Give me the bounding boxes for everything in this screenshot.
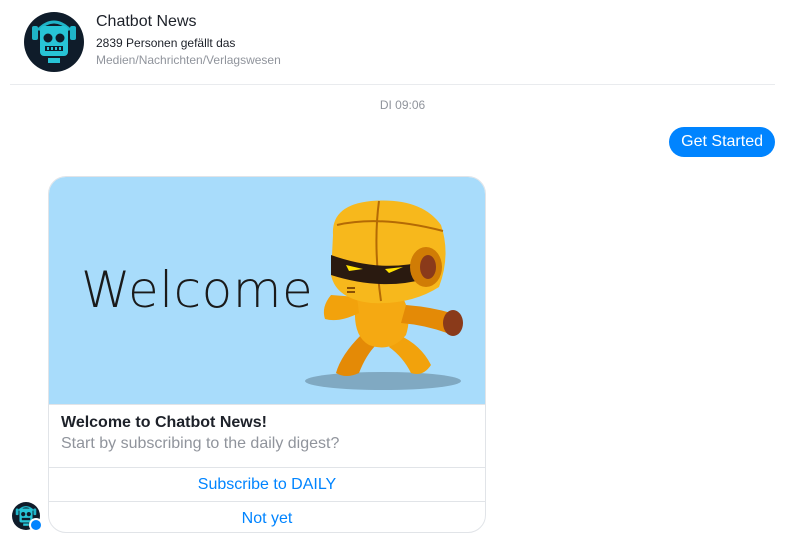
card-image-welcome-text: Welcome xyxy=(81,261,314,319)
card-title: Welcome to Chatbot News! xyxy=(61,414,267,431)
page-avatar[interactable] xyxy=(24,12,84,72)
page-likes: 2839 Personen gefällt das xyxy=(96,36,236,50)
page-category: Medien/Nachrichten/Verlagswesen xyxy=(96,53,281,67)
not-yet-button[interactable]: Not yet xyxy=(49,501,485,532)
header-divider xyxy=(10,84,775,85)
robot-face-icon xyxy=(32,20,76,63)
page-name[interactable]: Chatbot News xyxy=(96,12,281,32)
messenger-badge-icon xyxy=(29,518,43,532)
bot-avatar[interactable] xyxy=(12,502,43,532)
card-subtitle: Start by subscribing to the daily digest… xyxy=(61,435,340,452)
message-timestamp: DI 09:06 xyxy=(379,98,426,112)
page-header-info: Chatbot News 2839 Personen gefällt das M… xyxy=(96,12,281,67)
user-message-bubble: Get Started xyxy=(669,127,775,157)
generic-template-card: Welcome Welcome to Chatbot News! Start b… xyxy=(48,176,486,533)
robot-mascot-illustration xyxy=(305,200,463,390)
subscribe-daily-button[interactable]: Subscribe to DAILY xyxy=(49,467,485,501)
card-image[interactable]: Welcome xyxy=(49,177,485,404)
card-body: Welcome to Chatbot News! Start by subscr… xyxy=(49,404,485,467)
